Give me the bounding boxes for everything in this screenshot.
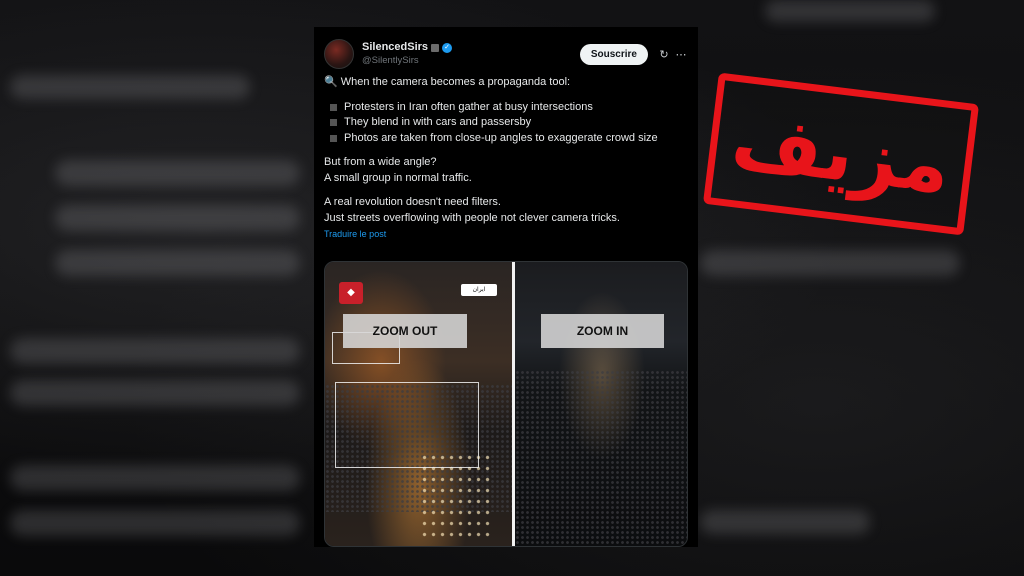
paragraph-line: A real revolution doesn't need filters.: [324, 196, 501, 208]
paragraph-line: Just streets overflowing with people not…: [324, 211, 620, 224]
blurred-background-shape: [10, 465, 300, 491]
avatar[interactable]: [324, 39, 354, 69]
translate-post-link[interactable]: Traduire le post: [324, 227, 688, 243]
bullet-square-icon: [330, 119, 337, 127]
verified-badge-icon: ✓: [442, 42, 453, 53]
location-tag: ایران: [461, 284, 497, 296]
handle[interactable]: @SilentlySirs: [362, 54, 452, 67]
blurred-background-shape: [10, 75, 250, 99]
author-names: SilencedSirs ✓ @SilentlySirs: [362, 41, 453, 67]
blurred-background-shape: [700, 250, 960, 276]
subscribe-button[interactable]: Souscrire: [579, 43, 648, 65]
blurred-background-shape: [10, 380, 300, 406]
bullet-item: Protesters in Iran often gather at busy …: [324, 100, 688, 116]
blurred-background-shape: [55, 250, 300, 276]
intro-text: When the camera becomes a propaganda too…: [340, 76, 571, 88]
paragraph-line: A small group in normal traffic.: [324, 171, 472, 184]
bullet-text: Protesters in Iran often gather at busy …: [344, 100, 593, 113]
zoom-in-photo: [515, 262, 687, 546]
fake-stamp-text: مزيف: [726, 95, 956, 213]
bullet-square-icon: [330, 134, 337, 142]
more-options-icon[interactable]: ⋯: [674, 48, 688, 61]
flag-icon: [431, 43, 440, 52]
blurred-background-shape: [55, 160, 300, 186]
tweet-media-image[interactable]: ◆ ایران ZOOM OUT ZOOM IN: [324, 261, 688, 547]
paragraph-line: But from a wide angle?: [324, 156, 437, 168]
bullet-item: They blend in with cars and passersby: [324, 115, 688, 131]
highlight-frame: [335, 382, 479, 468]
intro-line: 🔍 When the camera becomes a propaganda t…: [324, 75, 688, 91]
display-name-row: SilencedSirs ✓: [362, 41, 453, 54]
channel-logo-icon: ◆: [339, 282, 363, 304]
zoom-out-label: ZOOM OUT: [343, 314, 467, 348]
tweet-header: SilencedSirs ✓ @SilentlySirs Souscrire ↻…: [324, 37, 688, 71]
bullet-text: They blend in with cars and passersby: [344, 116, 532, 128]
blurred-background-shape: [765, 0, 935, 22]
blurred-background-shape: [700, 510, 870, 534]
magnifier-icon: 🔍: [324, 76, 338, 88]
blurred-background-shape: [10, 338, 300, 364]
bullet-text: Photos are taken from close-up angles to…: [344, 131, 658, 144]
display-name[interactable]: SilencedSirs: [362, 41, 428, 54]
tweet-card: SilencedSirs ✓ @SilentlySirs Souscrire ↻…: [314, 27, 698, 547]
bullet-item: Photos are taken from close-up angles to…: [324, 131, 688, 147]
zoom-out-photo: ◆ ایران: [325, 262, 512, 546]
blurred-background-shape: [55, 205, 300, 231]
tweet-text: 🔍 When the camera becomes a propaganda t…: [324, 75, 688, 243]
zoom-in-label: ZOOM IN: [541, 314, 664, 348]
refresh-icon[interactable]: ↻: [657, 48, 671, 61]
bullet-square-icon: [330, 103, 337, 111]
crowd-texture: [515, 369, 687, 546]
blurred-background-shape: [10, 510, 300, 536]
